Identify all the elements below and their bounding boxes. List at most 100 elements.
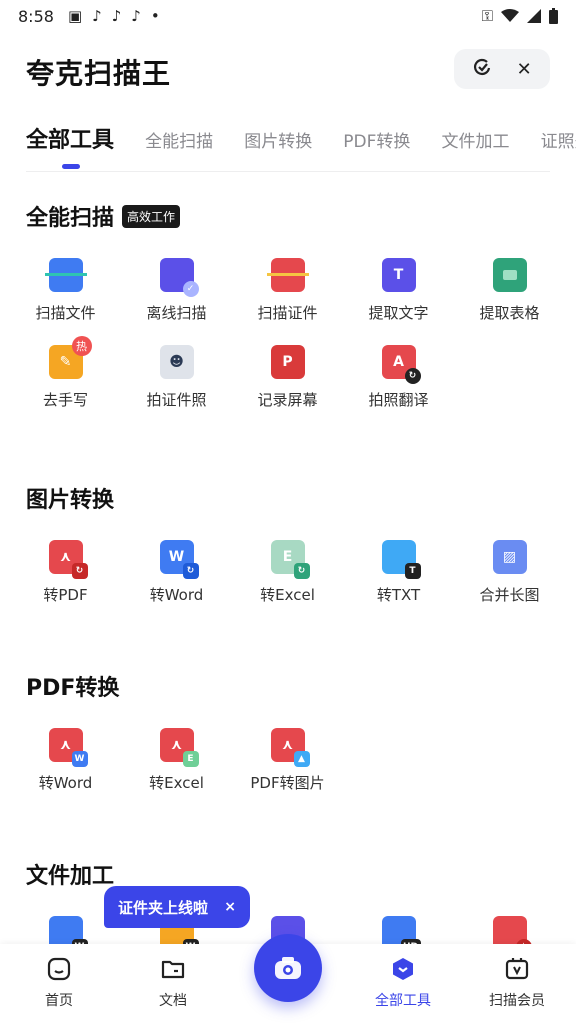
section-title-pdf: PDF转换	[26, 670, 119, 702]
section-title-text: 全能扫描	[26, 206, 115, 231]
tab-image-convert[interactable]: 图片转换	[244, 127, 312, 152]
to-txt-icon: T	[381, 540, 421, 579]
photo-translate-icon: A ↻	[381, 345, 421, 384]
tool-label: 拍证件照	[146, 391, 207, 409]
extract-text-icon: T	[381, 258, 416, 292]
extract-table-icon	[492, 258, 527, 292]
section-title-text: 文件加工	[26, 864, 115, 889]
battery-icon	[549, 8, 558, 24]
tab-all-tools[interactable]: 全部工具	[26, 122, 114, 169]
tool-to-word[interactable]: W ↻ 转Word	[121, 540, 232, 605]
tool-to-excel[interactable]: E ↻ 转Excel	[232, 540, 343, 605]
nav-label: 扫描会员	[489, 993, 545, 1009]
scan-id-icon	[266, 258, 309, 292]
home-icon	[47, 957, 71, 981]
tool-label: 记录屏幕	[257, 391, 318, 409]
section-title-file: 文件加工	[26, 858, 114, 890]
scan-tools-grid: 扫描文件 ✓ 离线扫描 扫描证件 T 提取文字 提取表格 ✎ 热 去手写 ☻ 拍证…	[10, 258, 566, 410]
record-screen-icon: P	[270, 345, 305, 379]
tiktok-icon: ♪	[131, 7, 141, 25]
tiktok-icon: ♪	[111, 7, 122, 25]
tool-label: 提取文字	[368, 304, 429, 322]
tool-label: 转Excel	[260, 586, 315, 604]
toast-text: 证件夹上线啦	[118, 898, 209, 917]
tool-label: 转PDF	[43, 586, 88, 604]
close-icon[interactable]: ✕	[517, 59, 532, 80]
vip-icon	[505, 958, 529, 980]
tool-remove-handwriting[interactable]: ✎ 热 去手写	[10, 336, 121, 410]
category-tabs: 全部工具 全能扫描 图片转换 PDF转换 文件加工 证照美	[26, 122, 576, 172]
all-tools-icon	[393, 958, 413, 980]
image-tools-grid: ⋏ ↻ 转PDF W ↻ 转Word E ↻ 转Excel T 转TXT ▨ 合并长图	[10, 540, 566, 605]
dot-icon: •	[150, 7, 160, 25]
section-title-text: 图片转换	[26, 488, 115, 513]
section-title-text: PDF转换	[26, 676, 120, 701]
tool-label: 扫描文件	[35, 304, 96, 322]
pdf-tools-grid: ⋏ W 转Word ⋏ E 转Excel ⋏ ▲ PDF转图片	[10, 728, 566, 793]
status-bar: 8:58 ▣ ♪ ♪ ♪ • ⚿	[0, 0, 576, 32]
mini-program-capsule: ✕	[454, 49, 550, 89]
feature-toast[interactable]: 证件夹上线啦 ×	[104, 886, 250, 928]
merge-image-icon: ▨	[492, 540, 527, 574]
tab-pdf-convert[interactable]: PDF转换	[343, 127, 410, 152]
system-icons: ⚿	[482, 7, 558, 25]
tool-label: 合并长图	[479, 586, 540, 604]
to-excel-icon: E ↻	[270, 540, 310, 579]
to-pdf-icon: ⋏ ↻	[48, 540, 88, 579]
nav-home[interactable]: 首页	[14, 956, 104, 1010]
to-word-icon: W ↻	[159, 540, 199, 579]
tool-label: 转Word	[38, 774, 93, 792]
tab-id-beauty[interactable]: 证照美	[541, 127, 576, 152]
tool-label: 去手写	[42, 391, 88, 409]
tab-file-process[interactable]: 文件加工	[442, 127, 510, 152]
tool-extract-text[interactable]: T 提取文字	[343, 258, 454, 323]
tool-extract-table[interactable]: 提取表格	[454, 258, 565, 323]
tool-label: 拍照翻译	[368, 391, 429, 409]
tool-to-pdf[interactable]: ⋏ ↻ 转PDF	[10, 540, 121, 605]
tool-id-photo[interactable]: ☻ 拍证件照	[121, 345, 232, 410]
tab-divider	[26, 171, 550, 172]
camera-icon	[275, 957, 301, 979]
close-icon[interactable]: ×	[224, 899, 236, 915]
offline-scan-icon: ✓	[159, 258, 199, 297]
refresh-icon[interactable]	[472, 57, 492, 82]
signal-icon	[527, 9, 541, 23]
nav-label: 首页	[45, 993, 73, 1009]
pdf-to-excel-icon: ⋏ E	[159, 728, 199, 767]
tool-label: 转TXT	[376, 586, 421, 604]
section-title-scan: 全能扫描 高效工作	[26, 200, 181, 232]
scan-file-icon	[44, 258, 87, 292]
tool-to-txt[interactable]: T 转TXT	[343, 540, 454, 605]
key-icon: ⚿	[481, 7, 493, 25]
tool-scan-id[interactable]: 扫描证件	[232, 258, 343, 323]
nav-all-tools[interactable]: 全部工具	[358, 956, 448, 1010]
tool-pdf-to-image[interactable]: ⋏ ▲ PDF转图片	[232, 728, 343, 793]
nav-documents[interactable]: 文档	[128, 956, 218, 1010]
camera-fab-button[interactable]	[254, 934, 322, 1002]
tab-scan[interactable]: 全能扫描	[145, 127, 213, 152]
nav-vip[interactable]: 扫描会员	[472, 956, 562, 1010]
wifi-icon	[501, 9, 519, 22]
nav-label: 文档	[159, 993, 187, 1009]
tool-scan-file[interactable]: 扫描文件	[10, 258, 121, 323]
tool-label: 扫描证件	[257, 304, 318, 322]
efficiency-badge: 高效工作	[122, 204, 181, 228]
tool-label: 提取表格	[479, 304, 540, 322]
tool-record-screen[interactable]: P 记录屏幕	[232, 345, 343, 410]
tool-merge-image[interactable]: ▨ 合并长图	[454, 540, 565, 605]
music-icon: ♪	[92, 7, 102, 25]
tool-pdf-to-excel[interactable]: ⋏ E 转Excel	[121, 728, 232, 793]
tool-label: 离线扫描	[146, 304, 207, 322]
hot-badge: 热	[71, 336, 92, 356]
tool-label: 转Word	[149, 586, 204, 604]
pdf-to-image-icon: ⋏ ▲	[270, 728, 310, 767]
image-icon: ▣	[67, 7, 83, 25]
tool-label: PDF转图片	[250, 774, 325, 792]
app-header: 夸克扫描王 ✕	[0, 44, 576, 100]
tool-photo-translate[interactable]: A ↻ 拍照翻译	[343, 345, 454, 410]
pdf-to-word-icon: ⋏ W	[48, 728, 88, 767]
remove-handwriting-icon: ✎ 热	[48, 336, 92, 379]
notification-icons: ▣ ♪ ♪ ♪ •	[68, 7, 160, 25]
tool-pdf-to-word[interactable]: ⋏ W 转Word	[10, 728, 121, 793]
tool-offline-scan[interactable]: ✓ 离线扫描	[121, 258, 232, 323]
